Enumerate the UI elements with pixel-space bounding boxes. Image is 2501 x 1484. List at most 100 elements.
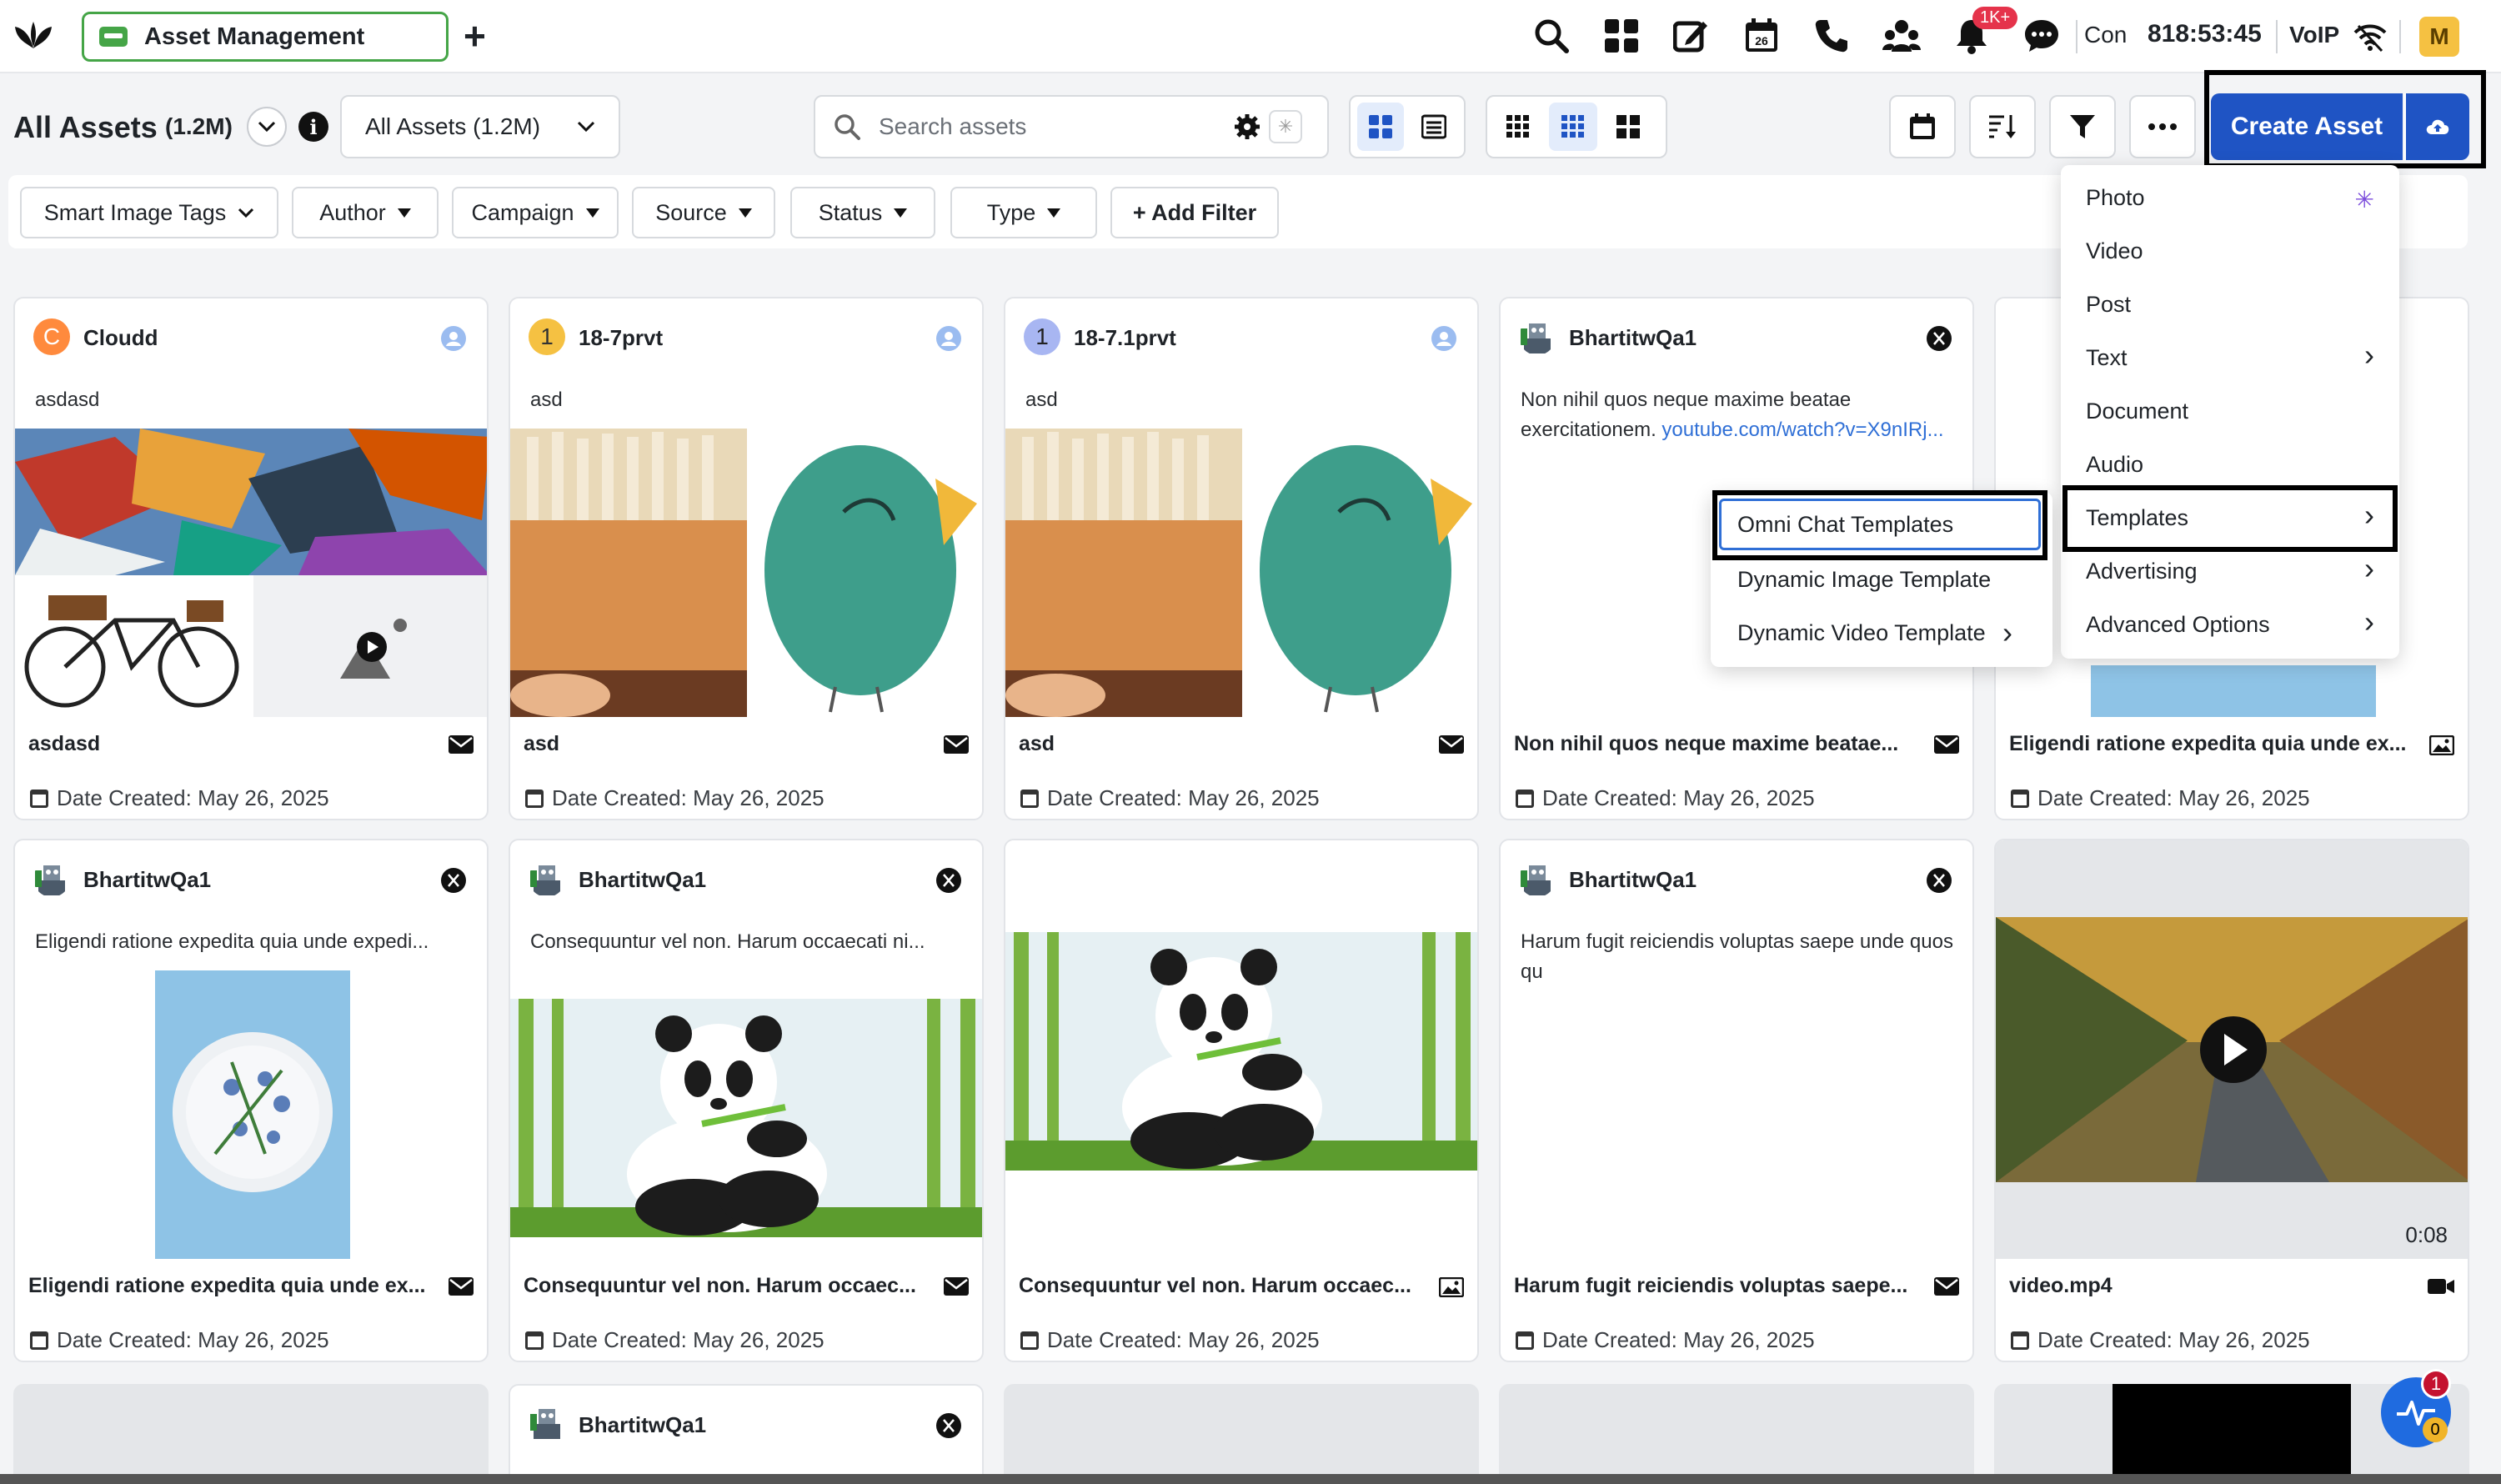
menu-item-advertising[interactable]: Advertising (2086, 559, 2198, 584)
email-icon (1439, 735, 1464, 754)
asset-thumbnail[interactable] (15, 970, 489, 1259)
voip-status[interactable]: VoIP (2289, 22, 2339, 48)
filter-author[interactable]: Author (292, 187, 439, 238)
asset-card-placeholder[interactable] (13, 1384, 489, 1484)
upload-button[interactable] (2404, 93, 2469, 160)
asset-card[interactable]: BhartitwQa1 Consequuntur vel non. Harum … (509, 839, 984, 1362)
info-icon[interactable]: i (298, 112, 328, 142)
asset-thumbnail[interactable] (1005, 429, 1479, 717)
asset-title: Consequuntur vel non. Harum occaec... (1019, 1274, 1411, 1297)
brand-logo-icon[interactable] (12, 15, 55, 58)
filter-status[interactable]: Status (790, 187, 935, 238)
image-icon (2429, 735, 2454, 755)
asset-title: Harum fugit reiciendis voluptas saepe... (1514, 1274, 1908, 1297)
medium-grid-button[interactable] (1549, 103, 1597, 151)
asset-thumbnail[interactable] (510, 429, 984, 717)
author-avatar: 1 (1024, 318, 1060, 355)
filter-campaign[interactable]: Campaign (452, 187, 619, 238)
create-asset-button[interactable]: Create Asset (2211, 93, 2403, 160)
connection-label: Con (2084, 22, 2128, 48)
gear-icon[interactable] (1234, 113, 1261, 140)
filter-label: Campaign (471, 199, 574, 225)
ai-sparkle-icon[interactable]: ✳ (1269, 110, 1302, 143)
image-icon (1439, 1277, 1464, 1297)
asset-description: Eligendi ratione expedita quia unde expe… (35, 930, 429, 953)
apps-grid-icon[interactable] (1601, 15, 1642, 57)
author-avatar: C (33, 318, 70, 355)
asset-card[interactable]: BhartitwQa1 Eligendi ratione expedita qu… (13, 839, 489, 1362)
grid-view-button[interactable] (1357, 103, 1404, 151)
asset-card-placeholder[interactable] (1499, 1384, 1974, 1484)
asset-card[interactable]: 1 18-7prvt asd asd Date Created: May 26,… (509, 297, 984, 820)
asset-card[interactable]: 1 18-7.1prvt asd asd Date Created: May 2… (1004, 297, 1479, 820)
asset-thumbnail[interactable] (1996, 665, 2469, 717)
search-icon[interactable] (1531, 15, 1572, 57)
phone-icon[interactable] (1811, 15, 1852, 57)
menu-item-post[interactable]: Post (2086, 292, 2131, 318)
menu-item-audio[interactable]: Audio (2086, 452, 2143, 478)
filter-label: Author (319, 199, 386, 225)
asset-card[interactable]: 0:08 video.mp4 Date Created: May 26, 202… (1994, 839, 2469, 1362)
date-filter-button[interactable] (1889, 95, 1956, 158)
title-dropdown-button[interactable] (247, 107, 287, 147)
menu-item-document[interactable]: Document (2086, 399, 2188, 424)
asset-card[interactable]: C Cloudd asdasd asdasd Date Created: May… (13, 297, 489, 820)
app-tab-asset-management[interactable]: Asset Management (82, 12, 449, 62)
robot-avatar-icon (530, 1409, 560, 1439)
search-input[interactable]: Search assets (879, 113, 1026, 140)
add-filter-button[interactable]: + Add Filter (1110, 187, 1279, 238)
menu-item-advanced-options[interactable]: Advanced Options (2086, 612, 2270, 638)
compose-icon[interactable] (1670, 15, 1712, 57)
chat-icon[interactable] (2021, 15, 2062, 57)
asset-thumbnail[interactable] (15, 429, 489, 717)
asset-thumbnail[interactable] (510, 999, 984, 1237)
filter-type[interactable]: Type (950, 187, 1097, 238)
asset-thumbnail[interactable] (1005, 932, 1479, 1171)
caret-down-icon (585, 208, 599, 218)
sort-button[interactable] (1969, 95, 2036, 158)
asset-card[interactable]: BhartitwQa1 (509, 1384, 984, 1484)
asset-card-placeholder[interactable] (1004, 1384, 1479, 1484)
private-user-icon (1431, 326, 1456, 351)
team-icon[interactable] (1881, 15, 1922, 57)
menu-item-dynamic-video-template[interactable]: Dynamic Video Template (1737, 620, 1986, 646)
email-icon (944, 1277, 969, 1296)
x-twitter-icon (1927, 326, 1952, 351)
large-grid-button[interactable] (1604, 103, 1652, 151)
video-duration: 0:08 (2405, 1222, 2448, 1247)
asset-card[interactable]: BhartitwQa1 Harum fugit reiciendis volup… (1499, 839, 1974, 1362)
menu-item-dynamic-image-template[interactable]: Dynamic Image Template (1737, 567, 1991, 593)
caret-down-icon (894, 208, 908, 218)
filter-source[interactable]: Source (632, 187, 775, 238)
add-tab-button[interactable]: + (464, 17, 486, 55)
list-view-button[interactable] (1411, 103, 1457, 151)
search-box[interactable]: Search assets ✳ (814, 95, 1329, 158)
top-bar: Asset Management + 26 1K+ Con 818:53:45 … (0, 0, 2501, 73)
topbar-divider (2076, 20, 2077, 53)
calendar-icon[interactable]: 26 (1741, 15, 1782, 57)
menu-item-text[interactable]: Text (2086, 345, 2128, 371)
chevron-right-icon: › (2364, 604, 2374, 639)
dense-grid-button[interactable] (1494, 103, 1542, 151)
asset-card[interactable]: Consequuntur vel non. Harum occaec... Da… (1004, 839, 1479, 1362)
asset-description: Harum fugit reiciendis voluptas saepe un… (1521, 930, 1953, 983)
asset-link[interactable]: youtube.com/watch?v=X9nIRj... (1661, 419, 1943, 441)
filter-button[interactable] (2049, 95, 2116, 158)
menu-item-omni-chat-templates[interactable]: Omni Chat Templates (1737, 512, 1953, 538)
filter-smart-image-tags[interactable]: Smart Image Tags (20, 187, 278, 238)
video-thumbnail[interactable] (1996, 840, 2469, 1259)
user-avatar[interactable]: M (2419, 17, 2459, 57)
menu-item-photo[interactable]: Photo (2086, 185, 2145, 211)
menu-item-video[interactable]: Video (2086, 238, 2143, 264)
view-select[interactable]: All Assets (1.2M) (340, 95, 620, 158)
horizontal-scrollbar[interactable] (0, 1474, 2501, 1484)
more-options-button[interactable] (2129, 95, 2196, 158)
private-user-icon (936, 326, 961, 351)
topbar-divider (2276, 20, 2278, 53)
robot-avatar-icon (530, 865, 560, 895)
x-twitter-icon (936, 868, 961, 893)
asset-title: Eligendi ratione expedita quia unde ex..… (28, 1274, 426, 1297)
asset-description: asd (530, 389, 563, 411)
page-title: All Assets (13, 110, 158, 144)
video-thumbnail[interactable] (2113, 1384, 2351, 1484)
